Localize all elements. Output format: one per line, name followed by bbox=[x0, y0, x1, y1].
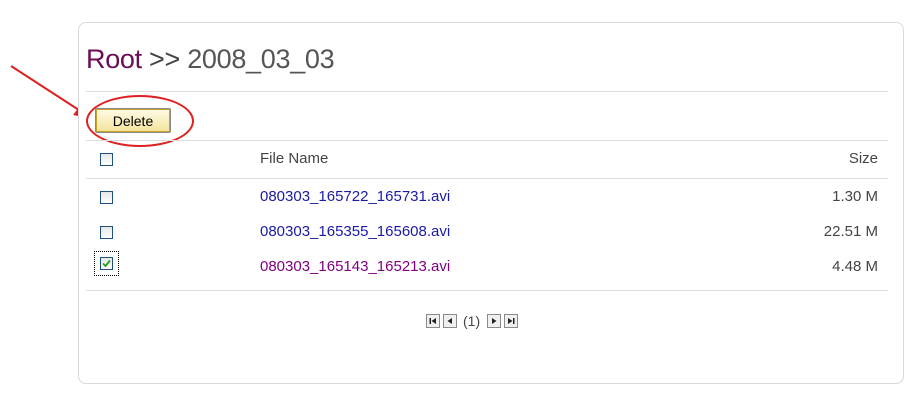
checkmark-icon bbox=[102, 259, 111, 268]
breadcrumb-separator: >> bbox=[141, 44, 188, 74]
prev-page-button[interactable] bbox=[443, 314, 457, 328]
column-header-file-name[interactable]: File Name bbox=[260, 150, 328, 167]
divider bbox=[86, 91, 888, 92]
breadcrumb-root-link[interactable]: Root bbox=[86, 44, 142, 74]
file-link[interactable]: 080303_165143_165213.avi bbox=[260, 258, 450, 275]
row-checkbox-checked[interactable] bbox=[100, 257, 113, 270]
divider bbox=[86, 290, 888, 291]
last-page-icon bbox=[508, 318, 515, 324]
last-page-button[interactable] bbox=[504, 314, 518, 328]
prev-page-icon bbox=[447, 318, 452, 324]
file-browser-panel bbox=[78, 22, 904, 384]
breadcrumb: Root >> 2008_03_03 bbox=[86, 43, 335, 75]
row-checkbox[interactable] bbox=[100, 191, 113, 204]
divider bbox=[86, 140, 888, 141]
file-link[interactable]: 080303_165722_165731.avi bbox=[260, 188, 450, 205]
breadcrumb-current-folder: 2008_03_03 bbox=[187, 44, 335, 74]
file-link[interactable]: 080303_165355_165608.avi bbox=[260, 223, 450, 240]
first-page-icon bbox=[429, 318, 436, 324]
file-size: 4.48 M bbox=[832, 258, 878, 275]
divider bbox=[86, 178, 888, 179]
next-page-button[interactable] bbox=[487, 314, 501, 328]
first-page-button[interactable] bbox=[426, 314, 440, 328]
row-checkbox[interactable] bbox=[100, 226, 113, 239]
select-all-checkbox[interactable] bbox=[100, 153, 113, 166]
delete-button[interactable]: Delete bbox=[95, 108, 171, 133]
column-header-size[interactable]: Size bbox=[849, 150, 878, 167]
file-size: 22.51 M bbox=[823, 223, 878, 240]
file-size: 1.30 M bbox=[832, 188, 878, 205]
page-indicator: (1) bbox=[463, 313, 481, 329]
next-page-icon bbox=[492, 318, 497, 324]
